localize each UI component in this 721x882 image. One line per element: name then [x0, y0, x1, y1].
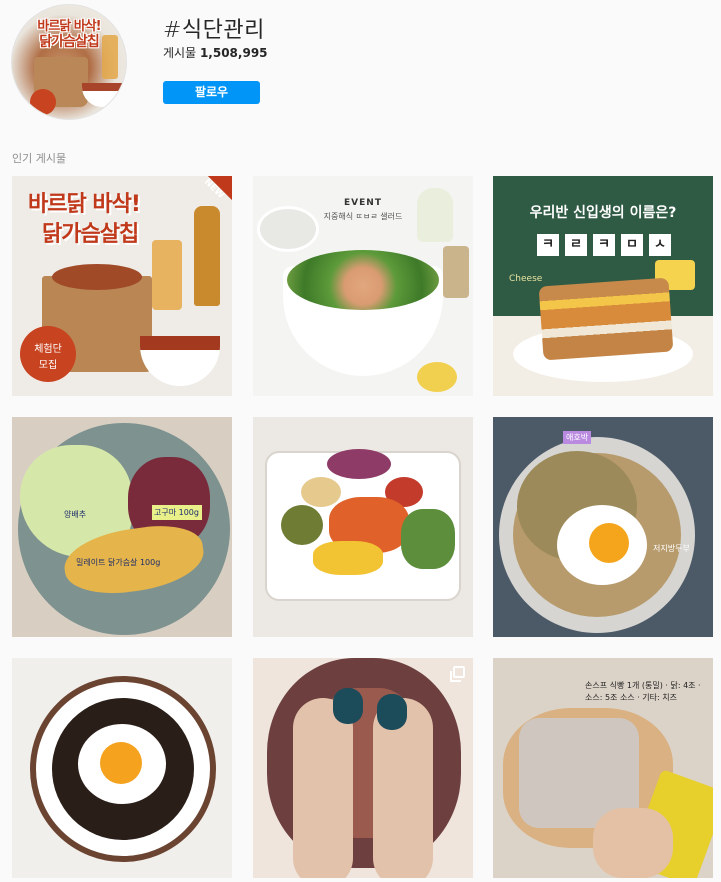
top-posts-label: 인기 게시물 [12, 152, 67, 165]
hashtag-title: #식단관리 [163, 18, 265, 43]
chickpea-graphic [301, 477, 341, 507]
name-blank-box: ㅋ [537, 234, 559, 256]
post-tile[interactable]: 애호박 저지방두부 [493, 417, 713, 637]
name-blank-box: ㅅ [649, 234, 671, 256]
post-count-label: 게시물 [163, 46, 197, 60]
name-blank-box: ㄹ [565, 234, 587, 256]
sandwich-graphic [538, 277, 674, 361]
chalk-note: Cheese [509, 274, 543, 284]
event-subtitle: 지중해식 ㄸㅂㄹ 샐러드 [323, 212, 403, 221]
post-count: 게시물 1,508,995 [163, 44, 268, 61]
post-title-line2: 닭가슴살칩 [42, 222, 139, 247]
note-label: 밀레이트 닭가슴살 100g [76, 558, 161, 567]
promo-badge-line2: 모집 [38, 360, 58, 371]
dressing-jar-graphic [443, 246, 469, 298]
multiple-photos-icon [450, 666, 465, 682]
note-label: 양배추 [64, 510, 87, 519]
follow-button[interactable]: 팔로우 [163, 81, 260, 104]
corn-graphic [313, 541, 383, 575]
name-blank-box: ㅋ [593, 234, 615, 256]
egg-yolk-graphic [100, 742, 142, 784]
chips-bowl-graphic [82, 83, 122, 107]
chips-bowl-graphic [140, 336, 220, 386]
post-tile[interactable]: 우리반 신입생의 이름은? ㅋ ㄹ ㅋ ㅁ ㅅ Cheese [493, 176, 713, 396]
post-tile[interactable]: 체험단 모집 NEW 바르닭 바삭! 닭가슴살칩 [12, 176, 232, 396]
post-tile[interactable]: 손스프 식빵 1개 (통밀) · 닭: 4조 · 소스: 5조 소스 · 기타:… [493, 658, 713, 878]
lemon-graphic [417, 362, 457, 392]
post-title-line1: 바르닭 바삭! [28, 192, 141, 217]
note-label: 애호박 [563, 431, 592, 444]
hashtag-avatar[interactable]: 바르닭 바삭! 닭가슴살칩 [11, 4, 127, 120]
guacamole-graphic [281, 505, 323, 545]
hand-graphic [593, 808, 673, 878]
note-label: 손스프 식빵 1개 (통밀) · 닭: 4조 · 소스: 5조 소스 · 기타:… [585, 681, 701, 702]
note-label: 고구마 100g [152, 505, 202, 520]
egg-yolk-graphic [589, 523, 629, 563]
promo-badge-graphic [30, 89, 56, 115]
hashtag-header: 바르닭 바삭! 닭가슴살칩 #식단관리 게시물 1,508,995 팔로우 [0, 0, 721, 130]
post-count-value: 1,508,995 [199, 46, 268, 60]
post-tile[interactable] [253, 658, 473, 878]
event-label: EVENT [344, 198, 382, 208]
nail-graphic [377, 694, 407, 730]
beer-glass-graphic [152, 240, 182, 310]
beer-bottle-graphic [194, 206, 220, 306]
chips-pile-graphic [52, 264, 142, 290]
promo-badge-line1: 체험단 [34, 344, 62, 355]
nail-graphic [333, 688, 363, 724]
post-tile[interactable]: 양배추 고구마 100g 밀레이트 닭가슴살 100g [12, 417, 232, 637]
post-tile[interactable]: EVENT 지중해식 ㄸㅂㄹ 샐러드 [253, 176, 473, 396]
salad-greens-graphic [287, 250, 439, 310]
cabbage-graphic [327, 449, 391, 479]
name-blank-box: ㅁ [621, 234, 643, 256]
chalkboard-title: 우리반 신입생의 이름은? [529, 205, 677, 221]
post-tile[interactable] [253, 417, 473, 637]
note-label: 저지방두부 [653, 544, 690, 553]
avatar-title-line2: 닭가슴살칩 [39, 34, 99, 50]
left-hand-graphic [293, 698, 353, 878]
greens-graphic [401, 509, 455, 569]
name-blanks: ㅋ ㄹ ㅋ ㅁ ㅅ [537, 234, 671, 256]
post-tile[interactable] [12, 658, 232, 878]
